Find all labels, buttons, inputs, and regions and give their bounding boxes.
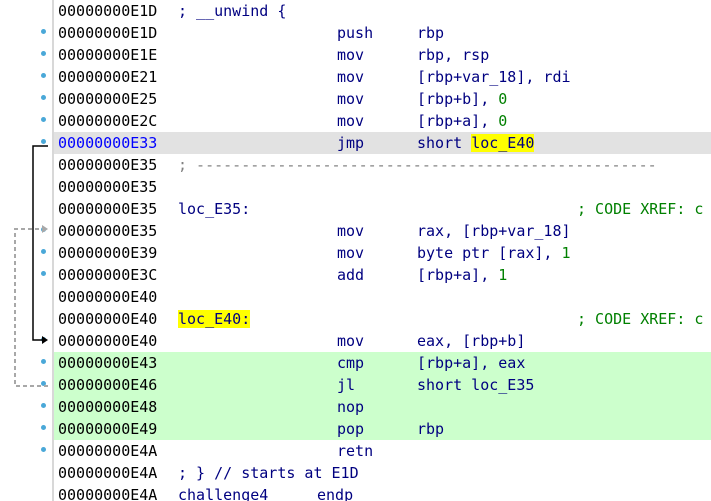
function-name[interactable]: challenge4 bbox=[178, 484, 268, 501]
address: 00000000E43 bbox=[58, 354, 158, 372]
operands: byte ptr [rax], 1 bbox=[417, 244, 571, 262]
immediate-value: 1 bbox=[498, 266, 508, 284]
code-line[interactable]: 00000000E35 loc_E35: ; CODE XREF: c bbox=[54, 198, 711, 220]
address: 00000000E35 bbox=[58, 222, 158, 240]
gutter bbox=[0, 0, 52, 501]
operands: short loc_E40 bbox=[417, 134, 535, 152]
label-reference[interactable]: loc_E40 bbox=[471, 134, 535, 152]
code-line[interactable]: 00000000E35 bbox=[54, 176, 711, 198]
code-line[interactable]: 00000000E40 bbox=[54, 286, 711, 308]
mnemonic: mov bbox=[337, 90, 365, 108]
mnemonic: pop bbox=[337, 420, 365, 438]
address: 00000000E40 bbox=[58, 288, 158, 306]
address: 00000000E40 bbox=[58, 310, 158, 328]
arrowhead-icon bbox=[42, 225, 48, 233]
code-line[interactable]: 00000000E4A retn bbox=[54, 440, 711, 462]
address: 00000000E4A bbox=[58, 464, 158, 482]
operands: rbp, rsp bbox=[417, 46, 490, 64]
mnemonic: mov bbox=[337, 332, 365, 350]
immediate-value: 0 bbox=[498, 90, 508, 108]
mnemonic: push bbox=[337, 24, 374, 42]
operands: eax, [rbp+b] bbox=[417, 332, 526, 350]
address: 00000000E1D bbox=[58, 2, 158, 20]
code-line[interactable]: 00000000E39 mov byte ptr [rax], 1 bbox=[54, 242, 711, 264]
address: 00000000E3C bbox=[58, 266, 158, 284]
mnemonic: mov bbox=[337, 112, 365, 130]
operands: short loc_E35 bbox=[417, 376, 535, 394]
mnemonic: nop bbox=[337, 398, 365, 416]
code-line[interactable]: 00000000E35 ; --------------------------… bbox=[54, 154, 711, 176]
operands: rbp bbox=[417, 24, 445, 42]
operands: [rbp+b], 0 bbox=[417, 90, 508, 108]
code-line[interactable]: 00000000E3C add [rbp+a], 1 bbox=[54, 264, 711, 286]
code-line[interactable]: 00000000E4A ; } // starts at E1D bbox=[54, 462, 711, 484]
mnemonic: mov bbox=[337, 46, 365, 64]
arrowhead-icon bbox=[42, 336, 48, 344]
address: 00000000E4A bbox=[58, 442, 158, 460]
comment: ; __unwind { bbox=[178, 2, 287, 20]
code-line[interactable]: 00000000E4A challenge4 endp bbox=[54, 484, 711, 501]
code-line-highlighted[interactable]: 00000000E43 cmp [rbp+a], eax bbox=[54, 352, 711, 374]
code-line-highlighted[interactable]: 00000000E49 pop rbp bbox=[54, 418, 711, 440]
immediate-value: 1 bbox=[561, 244, 571, 262]
code-line-highlighted[interactable]: 00000000E48 nop bbox=[54, 396, 711, 418]
address: 00000000E25 bbox=[58, 90, 158, 108]
disassembly-view[interactable]: 00000000E1D ; __unwind { 00000000E1D pus… bbox=[54, 0, 711, 501]
operands: rbp bbox=[417, 420, 445, 438]
code-line[interactable]: 00000000E40 loc_E40: ; CODE XREF: c bbox=[54, 308, 711, 330]
operands: [rbp+a], 0 bbox=[417, 112, 508, 130]
code-line-selected[interactable]: 00000000E33 jmp short loc_E40 bbox=[54, 132, 711, 154]
mnemonic: cmp bbox=[337, 354, 365, 372]
jump-arrow-dotted bbox=[14, 228, 48, 387]
code-line[interactable]: 00000000E35 mov rax, [rbp+var_18] bbox=[54, 220, 711, 242]
mnemonic: jl bbox=[337, 376, 356, 394]
code-line[interactable]: 00000000E1D push rbp bbox=[54, 22, 711, 44]
jump-arrows bbox=[14, 145, 48, 387]
immediate-value: 0 bbox=[498, 112, 508, 130]
mnemonic: retn bbox=[337, 442, 374, 460]
address: 00000000E2C bbox=[58, 112, 158, 130]
address: 00000000E1E bbox=[58, 46, 158, 64]
operands: [rbp+var_18], rdi bbox=[417, 68, 571, 86]
address: 00000000E4A bbox=[58, 486, 158, 501]
address: 00000000E39 bbox=[58, 244, 158, 262]
xref-comment: ; CODE XREF: c bbox=[577, 200, 704, 218]
operands: [rbp+a], 1 bbox=[417, 266, 508, 284]
address: 00000000E35 bbox=[58, 178, 158, 196]
address: 00000000E1D bbox=[58, 24, 158, 42]
xref-comment: ; CODE XREF: c bbox=[577, 310, 704, 328]
address: 00000000E46 bbox=[58, 376, 158, 394]
address: 00000000E40 bbox=[58, 332, 158, 350]
address: 00000000E35 bbox=[58, 200, 158, 218]
operands: [rbp+a], eax bbox=[417, 354, 526, 372]
jump-arrow-solid bbox=[32, 145, 48, 341]
code-line[interactable]: 00000000E2C mov [rbp+a], 0 bbox=[54, 110, 711, 132]
mnemonic: add bbox=[337, 266, 365, 284]
code-line[interactable]: 00000000E40 mov eax, [rbp+b] bbox=[54, 330, 711, 352]
code-line[interactable]: 00000000E1D ; __unwind { bbox=[54, 0, 711, 22]
code-line-highlighted[interactable]: 00000000E46 jl short loc_E35 bbox=[54, 374, 711, 396]
code-line[interactable]: 00000000E21 mov [rbp+var_18], rdi bbox=[54, 66, 711, 88]
mnemonic: mov bbox=[337, 244, 365, 262]
separator-line: ; --------------------------------------… bbox=[178, 156, 657, 174]
comment: ; } // starts at E1D bbox=[178, 464, 359, 482]
label-highlighted[interactable]: loc_E40: bbox=[178, 308, 251, 330]
code-line[interactable]: 00000000E25 mov [rbp+b], 0 bbox=[54, 88, 711, 110]
address: 00000000E33 bbox=[58, 134, 158, 152]
code-line[interactable]: 00000000E1E mov rbp, rsp bbox=[54, 44, 711, 66]
mnemonic: endp bbox=[317, 486, 354, 501]
address: 00000000E49 bbox=[58, 420, 158, 438]
mnemonic: mov bbox=[337, 68, 365, 86]
address: 00000000E21 bbox=[58, 68, 158, 86]
label[interactable]: loc_E35: bbox=[178, 198, 250, 220]
address: 00000000E35 bbox=[58, 156, 158, 174]
mnemonic: mov bbox=[337, 222, 365, 240]
operands: rax, [rbp+var_18] bbox=[417, 222, 571, 240]
label-text[interactable]: loc_E40: bbox=[178, 310, 251, 328]
address: 00000000E48 bbox=[58, 398, 158, 416]
mnemonic: jmp bbox=[337, 134, 365, 152]
